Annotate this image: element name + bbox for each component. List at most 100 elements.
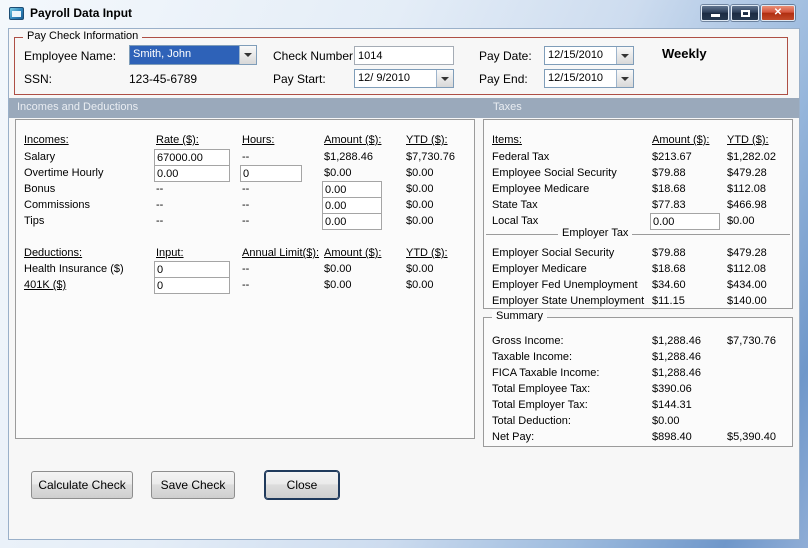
retirement-401k-link[interactable]: 401K ($) [24, 279, 66, 291]
amount-value: $1,288.46 [652, 367, 701, 379]
section-band: Incomes and Deductions Taxes [9, 98, 799, 118]
ytd-value: $0.00 [406, 263, 434, 275]
chevron-down-icon[interactable] [616, 47, 633, 64]
income-label: Salary [24, 151, 56, 163]
ytd-value: $1,282.02 [727, 151, 776, 163]
tax-label: Federal Tax [492, 151, 550, 163]
local-tax-input[interactable] [650, 213, 720, 230]
pay-end-datepicker[interactable]: 12/15/2010 [544, 69, 634, 88]
tax-label: Employer Medicare [492, 263, 587, 275]
col-header: Rate ($): [156, 134, 199, 146]
deduction-row-401k: 401K ($) -- $0.00 $0.00 [16, 277, 474, 295]
overtime-hours-input[interactable] [240, 165, 302, 182]
chevron-down-icon[interactable] [436, 70, 453, 87]
deduction-row-health-insurance: Health Insurance ($) -- $0.00 $0.00 [16, 261, 474, 279]
pay-date-datepicker[interactable]: 12/15/2010 [544, 46, 634, 65]
tax-label: Employer Social Security [492, 247, 615, 259]
retirement-401k-input[interactable] [154, 277, 230, 294]
summary-label: Total Deduction: [492, 415, 571, 427]
taxes-header-row: Items: Amount ($): YTD ($): [484, 134, 792, 150]
summary-legend: Summary [492, 310, 548, 322]
ytd-value: $140.00 [727, 295, 767, 307]
amount-value: $1,288.46 [652, 335, 701, 347]
hours-value: -- [242, 215, 250, 227]
summary-groupbox: Summary Gross Income: $1,288.46 $7,730.7… [483, 310, 793, 447]
ytd-value: $0.00 [406, 167, 434, 179]
amount-value: $144.31 [652, 399, 692, 411]
tax-label: State Tax [492, 199, 538, 211]
ytd-value: $434.00 [727, 279, 767, 291]
tax-label: Employer State Unemployment [492, 295, 645, 307]
bonus-amount-input[interactable] [322, 181, 382, 198]
pay-start-label: Pay Start: [273, 72, 326, 86]
ytd-value: $0.00 [727, 215, 755, 227]
tax-row-employee-ss: Employee Social Security $79.88 $479.28 [484, 167, 792, 183]
amount-value: $79.88 [652, 167, 686, 179]
amount-value: $79.88 [652, 247, 686, 259]
ytd-value: $0.00 [406, 199, 434, 211]
tax-label: Employer Fed Unemployment [492, 279, 638, 291]
salary-rate-input[interactable] [154, 149, 230, 166]
employee-name-combobox[interactable]: Smith, John [129, 45, 257, 65]
window-close-button[interactable]: ✕ [761, 5, 795, 21]
overtime-rate-input[interactable] [154, 165, 230, 182]
titlebar[interactable]: Payroll Data Input ✕ [0, 0, 808, 28]
ytd-value: $7,730.76 [727, 335, 776, 347]
ytd-value: $0.00 [406, 215, 434, 227]
amount-value: $898.40 [652, 431, 692, 443]
commissions-amount-input[interactable] [322, 197, 382, 214]
col-header: Amount ($): [652, 134, 710, 146]
deduction-label: Health Insurance ($) [24, 263, 124, 275]
payroll-window: Payroll Data Input ✕ Pay Check Informati… [0, 0, 808, 548]
tax-row-federal: Federal Tax $213.67 $1,282.02 [484, 151, 792, 167]
ytd-value: $0.00 [406, 279, 434, 291]
ytd-value: $5,390.40 [727, 431, 776, 443]
chevron-down-icon[interactable] [616, 70, 633, 87]
summary-row-gross: Gross Income: $1,288.46 $7,730.76 [484, 335, 792, 351]
amount-value: $18.68 [652, 263, 686, 275]
employee-name-label: Employee Name: [24, 49, 117, 63]
window-content: Pay Check Information Employee Name: Smi… [8, 28, 800, 540]
window-minimize-button[interactable] [701, 5, 729, 21]
col-header: YTD ($): [406, 247, 448, 259]
health-insurance-input[interactable] [154, 261, 230, 278]
amount-value: $0.00 [324, 167, 352, 179]
col-header: Annual Limit($): [242, 247, 320, 259]
employee-name-value: Smith, John [130, 46, 239, 64]
window-maximize-button[interactable] [731, 5, 759, 21]
amount-value: $0.00 [324, 279, 352, 291]
summary-row-fica-taxable: FICA Taxable Income: $1,288.46 [484, 367, 792, 383]
close-button[interactable]: Close [265, 471, 339, 499]
chevron-down-icon[interactable] [239, 46, 256, 64]
col-header: Deductions: [24, 247, 83, 259]
incomes-header-row: Incomes: Rate ($): Hours: Amount ($): YT… [16, 134, 474, 150]
hours-value: -- [242, 183, 250, 195]
col-header: Input: [156, 247, 184, 259]
calculate-check-button[interactable]: Calculate Check [31, 471, 133, 499]
summary-row-taxable: Taxable Income: $1,288.46 [484, 351, 792, 367]
col-header: YTD ($): [727, 134, 769, 146]
amount-value: $1,288.46 [324, 151, 373, 163]
amount-value: $213.67 [652, 151, 692, 163]
amount-value: $77.83 [652, 199, 686, 211]
taxes-panel: Items: Amount ($): YTD ($): Federal Tax … [483, 119, 793, 309]
col-header: Amount ($): [324, 247, 382, 259]
summary-row-net-pay: Net Pay: $898.40 $5,390.40 [484, 431, 792, 447]
ytd-value: $112.08 [727, 183, 766, 195]
summary-label: Taxable Income: [492, 351, 573, 363]
amount-value: $18.68 [652, 183, 686, 195]
pay-end-label: Pay End: [479, 72, 528, 86]
rate-value: -- [156, 215, 164, 227]
tips-amount-input[interactable] [322, 213, 382, 230]
rate-value: -- [156, 183, 164, 195]
pay-start-datepicker[interactable]: 12/ 9/2010 [354, 69, 454, 88]
col-header: Incomes: [24, 134, 69, 146]
tax-label: Employee Medicare [492, 183, 590, 195]
check-number-input[interactable] [354, 46, 454, 65]
amount-value: $390.06 [652, 383, 692, 395]
employer-tax-section-label: Employer Tax [558, 227, 633, 239]
summary-row-total-deduction: Total Deduction: $0.00 [484, 415, 792, 431]
section-title-taxes: Taxes [493, 101, 522, 113]
save-check-button[interactable]: Save Check [151, 471, 235, 499]
paycheck-info-groupbox: Pay Check Information Employee Name: Smi… [14, 30, 788, 95]
